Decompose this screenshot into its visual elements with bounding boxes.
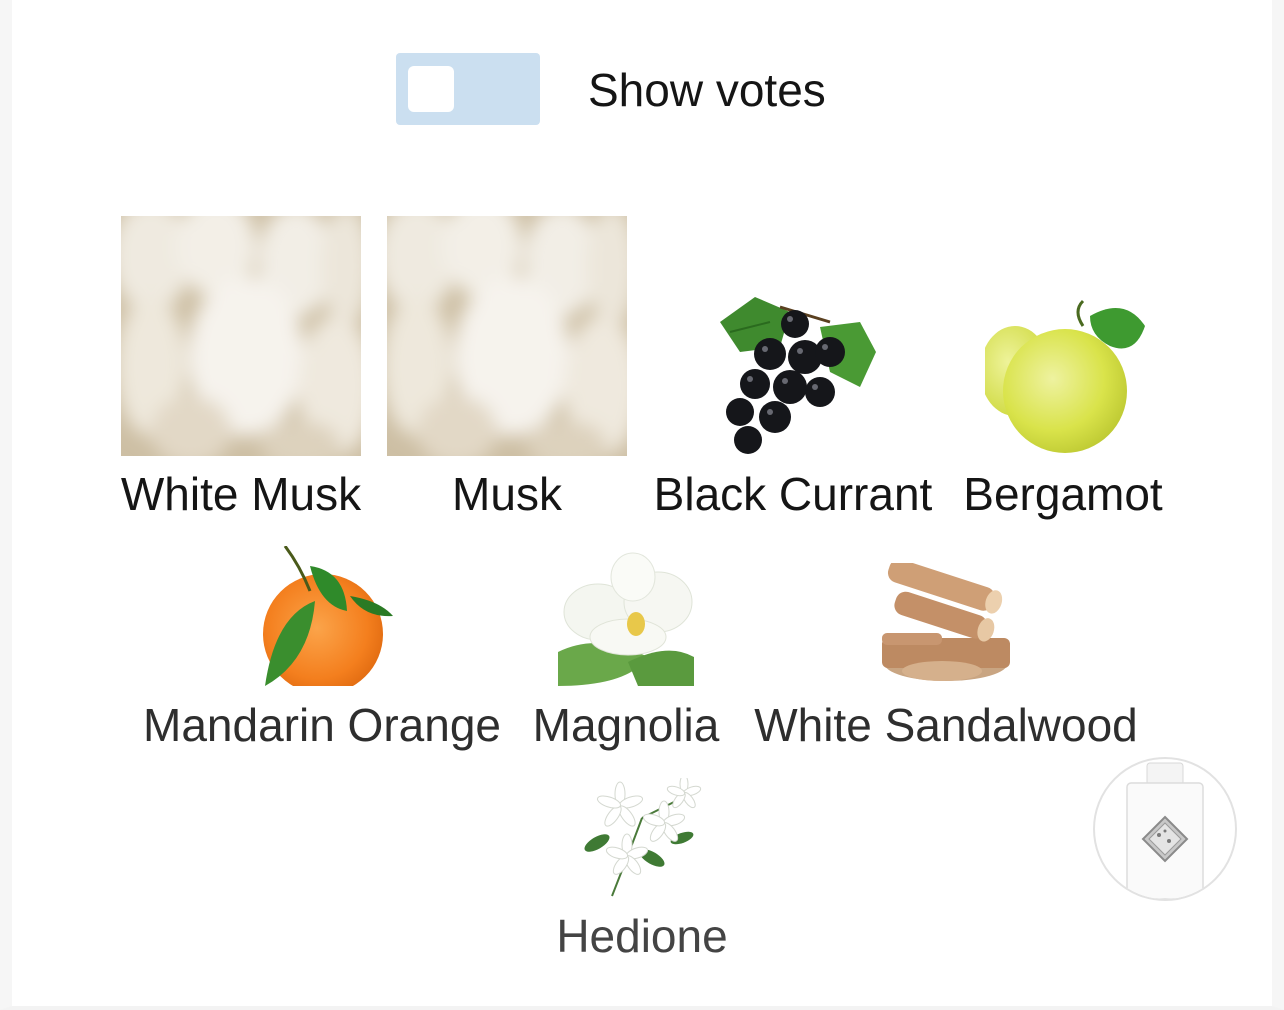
white-sandalwood-image[interactable] — [882, 563, 1010, 685]
black-currant-image[interactable] — [710, 292, 876, 456]
note-label-bergamot[interactable]: Bergamot — [948, 466, 1178, 522]
show-votes-toggle[interactable] — [396, 53, 540, 125]
magnolia-image[interactable] — [558, 552, 694, 686]
note-label-hedione[interactable]: Hedione — [532, 908, 752, 964]
note-label-white-sandalwood[interactable]: White Sandalwood — [738, 697, 1154, 753]
perfume-bottle-icon[interactable] — [1093, 757, 1237, 901]
toggle-knob[interactable] — [408, 66, 454, 112]
white-musk-image[interactable] — [121, 216, 361, 456]
note-label-mandarin-orange[interactable]: Mandarin Orange — [132, 697, 512, 753]
note-label-black-currant[interactable]: Black Currant — [643, 466, 943, 522]
note-label-magnolia[interactable]: Magnolia — [524, 697, 728, 753]
bergamot-image[interactable] — [985, 296, 1145, 456]
musk-image[interactable] — [387, 216, 627, 456]
note-label-white-musk[interactable]: White Musk — [111, 466, 371, 522]
mandarin-orange-image[interactable] — [255, 546, 393, 686]
show-votes-label: Show votes — [588, 64, 826, 116]
note-label-musk[interactable]: Musk — [377, 466, 637, 522]
hedione-image[interactable] — [582, 778, 702, 898]
